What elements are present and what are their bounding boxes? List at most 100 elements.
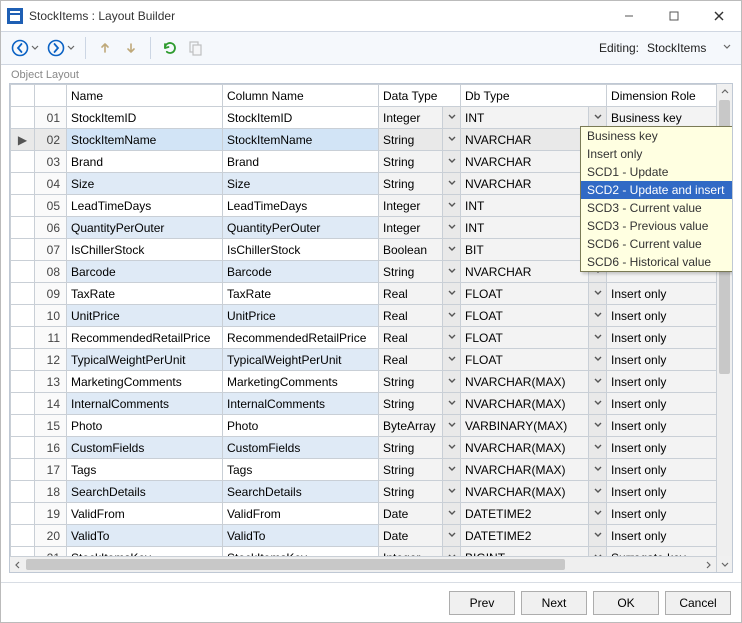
db-type-dropdown[interactable] [589,481,607,503]
data-type-dropdown[interactable] [443,217,461,239]
move-up-button[interactable] [94,37,116,59]
data-type-dropdown[interactable] [443,371,461,393]
cell-column-name[interactable]: StockItemName [223,129,379,151]
cell-db-type[interactable]: NVARCHAR [461,151,589,173]
data-type-dropdown[interactable] [443,481,461,503]
minimize-button[interactable] [606,2,651,30]
cell-name[interactable]: StockItemName [67,129,223,151]
data-type-dropdown[interactable] [443,503,461,525]
dropdown-option[interactable]: SCD3 - Current value [581,199,733,217]
data-type-dropdown[interactable] [443,437,461,459]
cell-column-name[interactable]: LeadTimeDays [223,195,379,217]
copy-button[interactable] [185,37,207,59]
col-selector[interactable] [11,85,35,107]
cell-name[interactable]: ValidTo [67,525,223,547]
cell-db-type[interactable]: VARBINARY(MAX) [461,415,589,437]
data-type-dropdown[interactable] [443,195,461,217]
dropdown-option[interactable]: Insert only [581,145,733,163]
cell-data-type[interactable]: String [379,129,443,151]
cell-name[interactable]: ValidFrom [67,503,223,525]
cell-data-type[interactable]: Integer [379,195,443,217]
cell-db-type[interactable]: BIT [461,239,589,261]
col-rownum[interactable] [35,85,67,107]
scroll-left-button[interactable] [10,557,26,573]
scroll-down-button[interactable] [717,556,733,572]
cell-data-type[interactable]: String [379,371,443,393]
db-type-dropdown[interactable] [589,525,607,547]
table-row[interactable]: 15PhotoPhotoByteArrayVARBINARY(MAX)Inser… [11,415,734,437]
cell-dimension-role[interactable]: Insert only [607,459,733,481]
col-db-type[interactable]: Db Type [461,85,607,107]
cell-name[interactable]: Tags [67,459,223,481]
cell-name[interactable]: QuantityPerOuter [67,217,223,239]
cell-db-type[interactable]: NVARCHAR(MAX) [461,481,589,503]
move-down-button[interactable] [120,37,142,59]
horizontal-scrollbar[interactable] [10,556,716,572]
cell-db-type[interactable]: NVARCHAR(MAX) [461,393,589,415]
cell-db-type[interactable]: FLOAT [461,349,589,371]
cell-data-type[interactable]: Real [379,349,443,371]
data-type-dropdown[interactable] [443,415,461,437]
cell-column-name[interactable]: MarketingComments [223,371,379,393]
cell-name[interactable]: SearchDetails [67,481,223,503]
db-type-dropdown[interactable] [589,503,607,525]
db-type-dropdown[interactable] [589,415,607,437]
cell-data-type[interactable]: String [379,393,443,415]
dropdown-option[interactable]: SCD6 - Historical value [581,253,733,271]
table-row[interactable]: 18SearchDetailsSearchDetailsStringNVARCH… [11,481,734,503]
cell-name[interactable]: Photo [67,415,223,437]
table-row[interactable]: 12TypicalWeightPerUnitTypicalWeightPerUn… [11,349,734,371]
cell-dimension-role[interactable]: Insert only [607,349,733,371]
cell-column-name[interactable]: Tags [223,459,379,481]
cell-name[interactable]: StockItemID [67,107,223,129]
db-type-dropdown[interactable] [589,349,607,371]
db-type-dropdown[interactable] [589,283,607,305]
data-type-dropdown[interactable] [443,459,461,481]
col-dimension-role[interactable]: Dimension Role [607,85,733,107]
cell-dimension-role[interactable]: Insert only [607,327,733,349]
cell-name[interactable]: CustomFields [67,437,223,459]
scroll-thumb[interactable] [26,559,565,570]
col-data-type[interactable]: Data Type [379,85,461,107]
dropdown-option[interactable]: Business key [581,127,733,145]
dimension-role-dropdown[interactable]: Business keyInsert onlySCD1 - UpdateSCD2… [580,126,733,272]
cell-column-name[interactable]: Photo [223,415,379,437]
cell-name[interactable]: Brand [67,151,223,173]
table-row[interactable]: 16CustomFieldsCustomFieldsStringNVARCHAR… [11,437,734,459]
cell-column-name[interactable]: CustomFields [223,437,379,459]
data-type-dropdown[interactable] [443,349,461,371]
data-type-dropdown[interactable] [443,283,461,305]
cell-column-name[interactable]: SearchDetails [223,481,379,503]
cell-data-type[interactable]: String [379,459,443,481]
cell-name[interactable]: UnitPrice [67,305,223,327]
scroll-right-button[interactable] [700,557,716,573]
maximize-button[interactable] [651,2,696,30]
cell-data-type[interactable]: String [379,173,443,195]
table-row[interactable]: 13MarketingCommentsMarketingCommentsStri… [11,371,734,393]
cell-db-type[interactable]: INT [461,195,589,217]
table-row[interactable]: 19ValidFromValidFromDateDATETIME2Insert … [11,503,734,525]
table-row[interactable]: 11RecommendedRetailPriceRecommendedRetai… [11,327,734,349]
cell-data-type[interactable]: String [379,481,443,503]
cell-db-type[interactable]: NVARCHAR [461,261,589,283]
cell-name[interactable]: InternalComments [67,393,223,415]
data-type-dropdown[interactable] [443,327,461,349]
cell-db-type[interactable]: DATETIME2 [461,503,589,525]
cell-db-type[interactable]: DATETIME2 [461,525,589,547]
cell-db-type[interactable]: NVARCHAR(MAX) [461,459,589,481]
cell-column-name[interactable]: Size [223,173,379,195]
cell-column-name[interactable]: InternalComments [223,393,379,415]
db-type-dropdown[interactable] [589,393,607,415]
cell-data-type[interactable]: String [379,437,443,459]
prev-button[interactable]: Prev [449,591,515,615]
cell-dimension-role[interactable]: Insert only [607,437,733,459]
cell-column-name[interactable]: TypicalWeightPerUnit [223,349,379,371]
cell-db-type[interactable]: INT [461,217,589,239]
table-row[interactable]: 09TaxRateTaxRateRealFLOATInsert only [11,283,734,305]
db-type-dropdown[interactable] [589,327,607,349]
table-row[interactable]: 20ValidToValidToDateDATETIME2Insert only [11,525,734,547]
nav-back-button[interactable] [9,37,41,59]
data-type-dropdown[interactable] [443,393,461,415]
data-grid[interactable]: Name Column Name Data Type Db Type Dimen… [9,83,733,573]
table-row[interactable]: 10UnitPriceUnitPriceRealFLOATInsert only [11,305,734,327]
